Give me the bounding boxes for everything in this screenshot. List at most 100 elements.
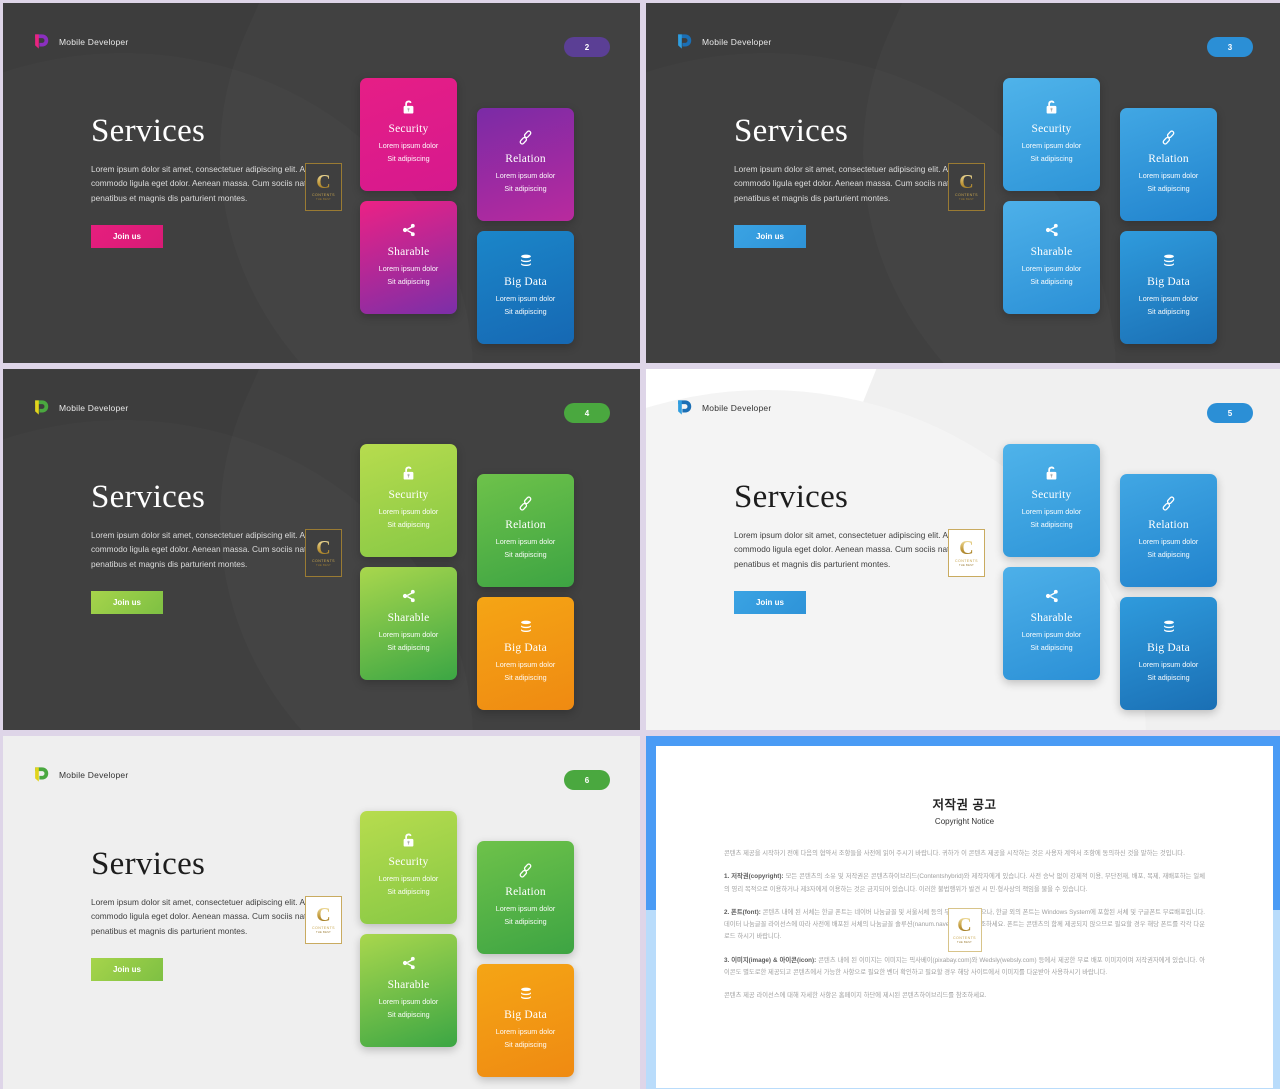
service-card-big-data[interactable]: Big Data Lorem ipsum dolor Sit adipiscing: [477, 231, 574, 344]
chain-link-icon: [519, 861, 532, 879]
service-card-relation[interactable]: Relation Lorem ipsum dolor Sit adipiscing: [1120, 108, 1217, 221]
brand-logo-icon: [33, 33, 50, 50]
watermark-line2: THE BEST: [958, 564, 975, 567]
copyright-title-english: Copyright Notice: [934, 817, 995, 826]
contents-watermark: C CONTENTS THE BEST: [305, 896, 342, 944]
service-card-security[interactable]: Security Lorem ipsum dolor Sit adipiscing: [360, 78, 457, 191]
card-title: Sharable: [387, 979, 430, 991]
watermark-line1: CONTENTS: [312, 193, 335, 197]
card-title: Security: [388, 856, 429, 868]
service-card-relation[interactable]: Relation Lorem ipsum dolor Sit adipiscing: [1120, 474, 1217, 587]
watermark-line2: THE BEST: [315, 564, 332, 567]
service-card-relation[interactable]: Relation Lorem ipsum dolor Sit adipiscing: [477, 108, 574, 221]
card-line-2: Sit adipiscing: [387, 154, 430, 163]
brand-name: Mobile Developer: [59, 36, 129, 47]
watermark-line1: CONTENTS: [955, 193, 978, 197]
card-line-1: Lorem ipsum dolor: [1138, 171, 1199, 180]
join-us-button[interactable]: Join us: [734, 590, 806, 614]
contents-watermark: C CONTENTS THE BEST: [948, 529, 985, 577]
open-lock-icon: [402, 831, 415, 849]
watermark-line2: THE BEST: [315, 198, 332, 201]
slide-thumbnail-3[interactable]: Mobile Developer 3 Services Lorem ipsum dol…: [646, 3, 1280, 363]
contents-watermark: C CONTENTS THE BEST: [305, 529, 342, 577]
card-line-1: Lorem ipsum dolor: [1138, 660, 1199, 669]
copyright-paragraph: 1. 저작권(copyright): 모든 콘텐츠의 소유 및 저작권은 콘텐츠…: [724, 873, 1205, 893]
slide-thumbnail-5[interactable]: Mobile Developer 5 Services Lorem ipsum dol…: [646, 369, 1280, 730]
card-title: Relation: [1148, 153, 1189, 165]
open-lock-icon: [402, 98, 415, 116]
slide-header: Mobile Developer: [676, 399, 771, 416]
page-number-badge: 5: [1207, 403, 1253, 423]
contents-watermark: C CONTENTS THE BEST: [305, 163, 342, 211]
service-card-group: Security Lorem ipsum dolor Sit adipiscing R…: [360, 444, 576, 714]
chain-link-icon: [519, 128, 532, 146]
service-card-big-data[interactable]: Big Data Lorem ipsum dolor Sit adipiscing: [477, 597, 574, 710]
card-title: Security: [1031, 123, 1072, 135]
card-line-1: Lorem ipsum dolor: [1021, 630, 1082, 639]
card-line-2: Sit adipiscing: [504, 184, 547, 193]
database-icon: [1162, 617, 1176, 635]
service-card-sharable[interactable]: Sharable Lorem ipsum dolor Sit adipiscing: [360, 934, 457, 1047]
card-title: Sharable: [387, 612, 430, 624]
card-title: Security: [388, 489, 429, 501]
service-card-security[interactable]: Security Lorem ipsum dolor Sit adipiscing: [360, 811, 457, 924]
slide-thumbnail-4[interactable]: Mobile Developer 4 Services Lorem ipsum dol…: [3, 369, 640, 730]
card-line-1: Lorem ipsum dolor: [378, 997, 439, 1006]
card-title: Big Data: [504, 1009, 547, 1021]
card-line-1: Lorem ipsum dolor: [378, 141, 439, 150]
card-line-2: Sit adipiscing: [1147, 307, 1190, 316]
service-card-security[interactable]: Security Lorem ipsum dolor Sit adipiscing: [360, 444, 457, 557]
card-title: Big Data: [1147, 276, 1190, 288]
card-line-1: Lorem ipsum dolor: [495, 1027, 556, 1036]
card-line-2: Sit adipiscing: [504, 673, 547, 682]
slide-header: Mobile Developer: [33, 399, 128, 416]
chain-link-icon: [519, 494, 532, 512]
join-us-button[interactable]: Join us: [734, 224, 806, 248]
service-card-sharable[interactable]: Sharable Lorem ipsum dolor Sit adipiscing: [360, 567, 457, 680]
copyright-paragraph: 콘텐츠 제공 라이선스에 대해 자세한 사항은 홈페이지 하단에 제시된 콘텐츠…: [724, 992, 987, 1000]
service-card-big-data[interactable]: Big Data Lorem ipsum dolor Sit adipiscing: [1120, 597, 1217, 710]
card-line-1: Lorem ipsum dolor: [495, 904, 556, 913]
join-us-button[interactable]: Join us: [91, 957, 163, 981]
service-card-security[interactable]: Security Lorem ipsum dolor Sit adipiscing: [1003, 78, 1100, 191]
card-title: Relation: [505, 153, 546, 165]
watermark-letter: C: [316, 171, 331, 193]
database-icon: [519, 617, 533, 635]
watermark-letter: C: [316, 904, 331, 926]
brand-name: Mobile Developer: [59, 769, 129, 780]
slide-thumbnail-2[interactable]: Mobile Developer 2 Services Lorem ipsum dol…: [3, 3, 640, 363]
service-card-sharable[interactable]: Sharable Lorem ipsum dolor Sit adipiscing: [1003, 567, 1100, 680]
copyright-paragraph: 3. 이미지(image) & 아이콘(icon): 콘텐츠 내에 된 이미지는…: [724, 956, 1206, 976]
card-title: Relation: [505, 886, 546, 898]
card-line-2: Sit adipiscing: [1030, 643, 1073, 652]
card-title: Sharable: [1030, 612, 1073, 624]
page-title: Services: [91, 113, 206, 149]
card-line-1: Lorem ipsum dolor: [495, 171, 556, 180]
card-line-2: Sit adipiscing: [387, 643, 430, 652]
join-us-button[interactable]: Join us: [91, 224, 163, 248]
card-line-1: Lorem ipsum dolor: [378, 874, 439, 883]
brand-logo-icon: [676, 399, 693, 416]
card-line-1: Lorem ipsum dolor: [1021, 507, 1082, 516]
card-title: Sharable: [1030, 246, 1073, 258]
service-card-big-data[interactable]: Big Data Lorem ipsum dolor Sit adipiscing: [1120, 231, 1217, 344]
service-card-security[interactable]: Security Lorem ipsum dolor Sit adipiscing: [1003, 444, 1100, 557]
page-number-badge: 4: [564, 403, 610, 423]
slide-header: Mobile Developer: [676, 33, 771, 50]
service-card-relation[interactable]: Relation Lorem ipsum dolor Sit adipiscing: [477, 841, 574, 954]
card-line-1: Lorem ipsum dolor: [378, 630, 439, 639]
join-us-button[interactable]: Join us: [91, 590, 163, 614]
service-card-sharable[interactable]: Sharable Lorem ipsum dolor Sit adipiscing: [360, 201, 457, 314]
service-card-relation[interactable]: Relation Lorem ipsum dolor Sit adipiscing: [477, 474, 574, 587]
service-card-sharable[interactable]: Sharable Lorem ipsum dolor Sit adipiscing: [1003, 201, 1100, 314]
contents-watermark: C CONTENTS THE BEST: [948, 163, 985, 211]
page-title: Services: [734, 113, 849, 149]
copyright-paragraph: 콘텐츠 제공을 시작하기 전에 다음의 협약서 조항들을 사전에 읽어 주시기 …: [724, 850, 1185, 857]
card-line-1: Lorem ipsum dolor: [1138, 537, 1199, 546]
share-icon: [402, 587, 416, 605]
service-card-big-data[interactable]: Big Data Lorem ipsum dolor Sit adipiscing: [477, 964, 574, 1077]
slide-thumbnail-6[interactable]: Mobile Developer 6 Services Lorem ipsum dol…: [3, 736, 640, 1089]
card-line-1: Lorem ipsum dolor: [495, 660, 556, 669]
slide-header: Mobile Developer: [33, 766, 128, 783]
share-icon: [402, 221, 416, 239]
